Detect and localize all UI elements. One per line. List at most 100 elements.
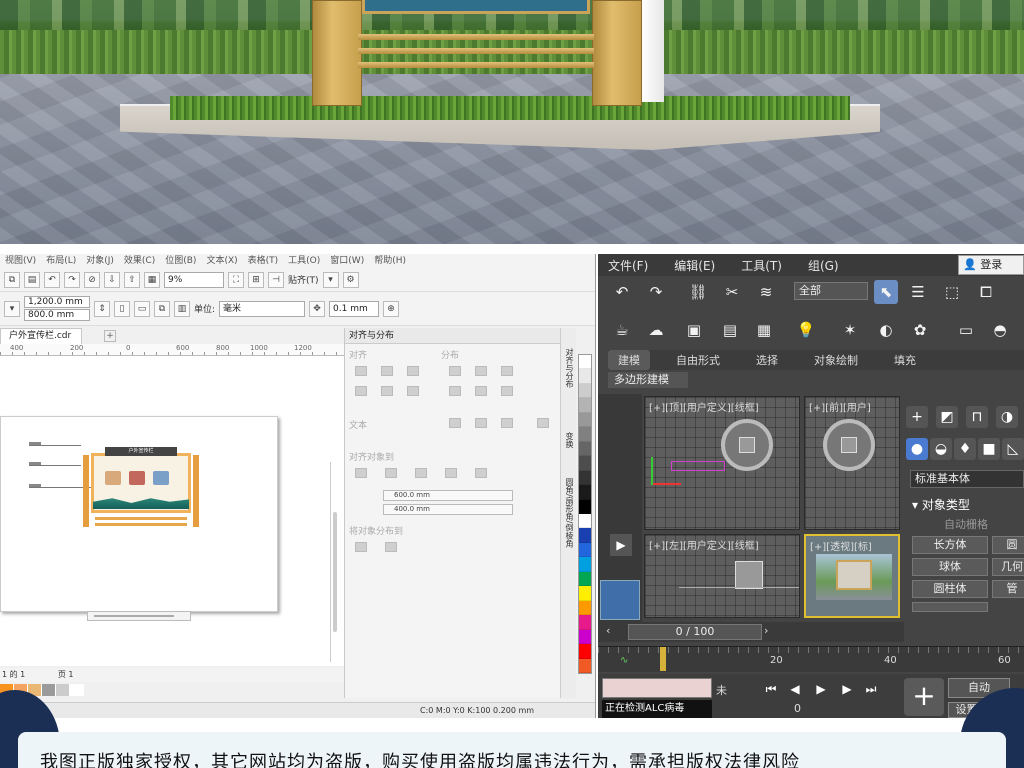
vertical-scrollbar[interactable]	[330, 462, 338, 662]
viewcube-icon[interactable]	[735, 561, 763, 589]
billboard-design[interactable]: 户外宣传栏	[81, 447, 201, 535]
max-menu-item[interactable]: 文件(F)	[598, 257, 664, 274]
export-icon[interactable]: ⇧	[124, 271, 140, 288]
geometry-icon[interactable]: ●	[906, 438, 928, 460]
page-width-field[interactable]: 1,200.0 mm	[24, 296, 90, 308]
palette-swatch[interactable]	[579, 369, 591, 384]
align-x-field[interactable]: 600.0 mm	[383, 490, 513, 501]
teapot-icon[interactable]: ☕	[610, 318, 634, 342]
select-by-name-icon[interactable]: ☰	[906, 280, 930, 304]
viewcube-gizmo[interactable]	[823, 419, 875, 471]
spinner-icon[interactable]: ⇕	[94, 300, 110, 317]
max-menu-item[interactable]: 编辑(E)	[664, 257, 731, 274]
viewport-top[interactable]: [+][顶][用户定义][线框]	[644, 396, 800, 530]
helpers-icon[interactable]: ◺	[1002, 438, 1024, 460]
tab-object-paint[interactable]: 对象绘制	[804, 350, 868, 370]
maxscript-listener[interactable]	[602, 678, 712, 698]
torus-button[interactable]	[912, 602, 988, 612]
create-icon[interactable]: +	[906, 406, 928, 428]
palette-swatch[interactable]	[579, 412, 591, 428]
cylinder-button[interactable]: 圆柱体	[912, 580, 988, 598]
document-tab[interactable]: 户外宣传栏.cdr	[0, 328, 83, 344]
palette-swatch[interactable]	[579, 456, 591, 471]
viewport-front[interactable]: [+][前][用户]	[804, 396, 900, 530]
geosphere-button[interactable]: 几何	[992, 558, 1024, 576]
distribute-icon[interactable]	[449, 366, 461, 376]
zoom-level-field[interactable]: 9%	[164, 271, 224, 288]
align-right-icon[interactable]	[407, 366, 419, 376]
viewport-layout-icon[interactable]	[600, 580, 640, 620]
viewport-perspective[interactable]: [+][透视][标]	[804, 534, 900, 618]
sphere-button[interactable]: 球体	[912, 558, 988, 576]
go-to-end-icon[interactable]: ⏭	[862, 680, 880, 698]
publish-pdf-icon[interactable]: ▦	[144, 271, 160, 288]
login-button[interactable]: 👤 登录	[958, 255, 1024, 275]
unlink-icon[interactable]: ✂	[720, 280, 744, 304]
redo-icon[interactable]: ↷	[644, 280, 668, 304]
viewcube-gizmo[interactable]	[721, 419, 773, 471]
side-tab-transform[interactable]: 变换	[563, 432, 575, 448]
units-dropdown[interactable]: 毫米	[219, 300, 306, 317]
viewport-left[interactable]: [+][左][用户定义][线框]	[644, 534, 800, 618]
align-middle-icon[interactable]	[381, 386, 393, 396]
tube-button[interactable]: 管	[992, 580, 1024, 598]
undo-icon[interactable]: ↶	[44, 271, 60, 288]
distribute-to-icon[interactable]	[385, 542, 397, 552]
viewport-label[interactable]: [+][透视][标]	[810, 538, 872, 553]
curve-editor-icon[interactable]: ∿	[620, 655, 628, 666]
distribute-icon[interactable]	[501, 386, 513, 396]
modify-icon[interactable]: ◩	[936, 406, 958, 428]
window-crossing-icon[interactable]: ⧠	[974, 280, 998, 304]
frame-counter[interactable]: 0 / 100	[628, 624, 762, 640]
distribute-icon[interactable]	[475, 366, 487, 376]
corel-menu-item[interactable]: 窗口(W)	[325, 254, 369, 268]
snap-to-dropdown[interactable]: 贴齐(T)	[288, 273, 319, 286]
palette-swatch[interactable]	[579, 441, 591, 457]
align-y-field[interactable]: 400.0 mm	[383, 504, 513, 515]
palette-swatch[interactable]	[579, 398, 591, 413]
tab-populate[interactable]: 填充	[884, 350, 926, 370]
viewport-label[interactable]: [+][顶][用户定义][线框]	[649, 399, 759, 414]
palette-swatch[interactable]	[579, 542, 591, 558]
chevron-right-icon[interactable]: ›	[764, 624, 768, 637]
corel-menu-item[interactable]: 效果(C)	[119, 254, 160, 268]
add-time-tag-icon[interactable]: +	[904, 678, 944, 716]
current-frame-field[interactable]: 0	[794, 702, 801, 715]
distribute-icon[interactable]	[449, 386, 461, 396]
palette-swatch[interactable]	[579, 427, 591, 442]
paste-icon[interactable]: ▤	[24, 271, 40, 288]
align-to-icon[interactable]	[385, 468, 397, 478]
palette-swatch[interactable]	[579, 499, 591, 514]
render-icon[interactable]: ◐	[874, 318, 898, 342]
palette-swatch[interactable]	[579, 615, 591, 630]
current-page-icon[interactable]: ▥	[174, 300, 190, 317]
full-screen-icon[interactable]: ⛶	[228, 271, 244, 288]
palette-swatch[interactable]	[579, 658, 591, 673]
align-left-icon[interactable]	[355, 366, 367, 376]
link-icon[interactable]: ⛓	[686, 280, 710, 304]
shapes-icon[interactable]: ◒	[930, 438, 952, 460]
motion-icon[interactable]: ◑	[996, 406, 1018, 428]
search-content-icon[interactable]: ⊘	[84, 271, 100, 288]
tab-selection[interactable]: 选择	[746, 350, 788, 370]
render-production-icon[interactable]: ✿	[908, 318, 932, 342]
palette-swatch[interactable]	[579, 644, 591, 659]
corel-menu-item[interactable]: 帮助(H)	[369, 254, 411, 268]
box-button[interactable]: 长方体	[912, 536, 988, 554]
category-dropdown[interactable]: 标准基本体	[910, 470, 1024, 488]
add-icon[interactable]: ⊕	[383, 300, 400, 317]
select-object-icon[interactable]: ⬉	[874, 280, 898, 304]
redo-icon[interactable]: ↷	[64, 271, 80, 288]
palette-swatch[interactable]	[579, 586, 591, 601]
add-tab-icon[interactable]: +	[104, 330, 116, 342]
chevron-down-icon[interactable]: ▾	[322, 271, 339, 288]
landscape-icon[interactable]: ▭	[134, 300, 150, 317]
drawing-canvas[interactable]: 户外宣传栏	[0, 356, 344, 666]
side-tab-align[interactable]: 对齐与分布	[563, 348, 575, 388]
object-type-rollout[interactable]: ▾ 对象类型	[912, 496, 970, 513]
align-to-icon[interactable]	[475, 468, 487, 478]
corel-menu-item[interactable]: 布局(L)	[41, 254, 81, 268]
light-icon[interactable]: 💡	[794, 318, 818, 342]
cameras-icon[interactable]: ■	[978, 438, 1000, 460]
dome-icon[interactable]: ◓	[988, 318, 1012, 342]
